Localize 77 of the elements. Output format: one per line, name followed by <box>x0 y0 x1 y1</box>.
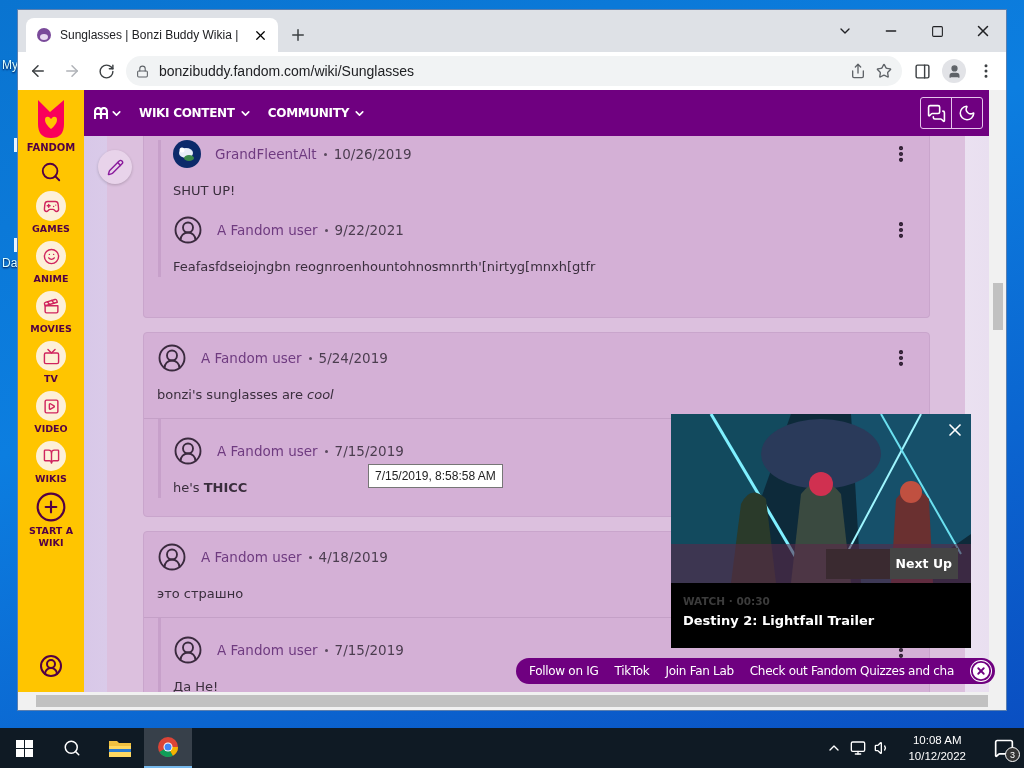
smiley-icon[interactable] <box>42 247 60 265</box>
separator-dot <box>308 555 312 559</box>
comment-text: bonzi's sunglasses are cool <box>157 386 334 404</box>
comment-date: 5/24/2019 <box>318 350 388 366</box>
rail-label[interactable]: ANIME <box>21 273 81 285</box>
nav-menu-link[interactable]: WIKI CONTENT <box>139 106 252 120</box>
wiki-logo-icon[interactable] <box>94 107 108 119</box>
rail-label[interactable]: WIKIS <box>21 473 81 485</box>
comment-date: 7/15/2019 <box>334 642 404 658</box>
rail-icon-button[interactable] <box>36 241 66 271</box>
rail-icon-button[interactable] <box>36 291 66 321</box>
video-title[interactable]: Destiny 2: Lightfall Trailer <box>683 613 959 628</box>
vertical-scrollbar[interactable] <box>989 90 1006 692</box>
comment-date: 7/15/2019 <box>334 443 404 459</box>
horizontal-scrollbar[interactable] <box>18 692 1006 710</box>
plus-icon[interactable] <box>289 26 307 44</box>
social-link[interactable]: Join Fan Lab <box>665 664 734 678</box>
video-duration-label: WATCH · 00:30 <box>683 595 771 607</box>
separator-dot <box>308 356 312 360</box>
comment-text: это страшно <box>157 585 244 603</box>
search-icon[interactable] <box>40 161 62 183</box>
desktop-icon-label[interactable]: Da <box>2 256 18 270</box>
rail-label[interactable]: GAMES <box>21 223 81 235</box>
rail-icon-button[interactable] <box>36 191 66 221</box>
fandom-brand[interactable]: FANDOM <box>26 142 76 153</box>
browser-tab[interactable]: Sunglasses | Bonzi Buddy Wikia | <box>26 18 278 52</box>
rail-icon-button[interactable] <box>36 391 66 421</box>
lock-icon <box>136 64 149 78</box>
comment-date: 4/18/2019 <box>318 549 388 565</box>
tv-icon[interactable] <box>42 347 60 365</box>
pencil-icon[interactable] <box>106 158 124 176</box>
notification-badge: 3 <box>1005 747 1020 762</box>
separator-dot <box>324 449 328 453</box>
date-tooltip: 7/15/2019, 8:58:58 AM <box>368 464 503 488</box>
book-icon[interactable] <box>42 447 60 465</box>
video-player-popup[interactable]: Next Up WATCH · 00:30 Destiny 2: Lightfall Trailer <box>671 414 971 648</box>
comment-author-link[interactable]: A Fandom user <box>217 642 318 658</box>
separator-dot <box>323 152 327 156</box>
rail-label[interactable]: VIDEO <box>21 423 81 435</box>
play-icon[interactable] <box>42 397 60 415</box>
comment-author-link[interactable]: GrandFleentAlt <box>215 146 317 162</box>
network-icon[interactable] <box>850 740 867 756</box>
clapperboard-icon[interactable] <box>42 297 60 315</box>
chrome-icon[interactable] <box>144 728 192 768</box>
rail-label[interactable]: TV <box>21 373 81 385</box>
clock[interactable]: 10:08 AM 10/12/2022 <box>908 732 966 764</box>
social-link[interactable]: Check out Fandom Quizzes and cha <box>749 664 954 678</box>
social-link[interactable]: TikTok <box>614 664 650 678</box>
comment-text: SHUT UP! <box>173 182 236 200</box>
rail-icon-button[interactable] <box>36 341 66 371</box>
comment-text: Feafasfdseiojngbn reognroenhountohnosmnrth'[nirtyg[mnxh[gtfr <box>173 258 596 276</box>
next-video-thumbnail[interactable] <box>825 548 890 579</box>
separator-dot <box>324 228 328 232</box>
comment-date: 10/26/2019 <box>333 146 412 162</box>
social-link[interactable]: Follow on IG <box>529 664 599 678</box>
rail-icon-button[interactable] <box>36 441 66 471</box>
comment-text: he's THICC <box>173 479 248 497</box>
address-bar[interactable]: bonzibuddy.fandom.com/wiki/Sunglasses <box>126 56 902 86</box>
comment-author-link[interactable]: A Fandom user <box>217 222 318 238</box>
tab-title[interactable]: Sunglasses | Bonzi Buddy Wikia | <box>60 28 245 42</box>
bookmark-star-icon[interactable] <box>876 63 892 79</box>
next-up-label[interactable]: Next Up <box>889 548 958 579</box>
desktop-icon-label[interactable]: My <box>2 58 18 72</box>
rail-label[interactable]: MOVIES <box>21 323 81 335</box>
plus-icon[interactable] <box>35 491 67 523</box>
comment-date: 9/22/2021 <box>334 222 404 238</box>
comment-author-link[interactable]: A Fandom user <box>201 549 302 565</box>
user-account-icon[interactable] <box>39 654 63 678</box>
share-icon[interactable] <box>850 63 866 79</box>
rail-label[interactable]: START A WIKI <box>21 525 81 549</box>
profile-icon[interactable] <box>942 59 966 83</box>
comment-author-link[interactable]: A Fandom user <box>217 443 318 459</box>
separator-dot <box>324 648 328 652</box>
favicon-icon <box>36 27 52 43</box>
nav-menu-link[interactable]: COMMUNITY <box>267 106 367 120</box>
close-icon[interactable] <box>969 660 992 682</box>
comment-author-link[interactable]: A Fandom user <box>201 350 302 366</box>
